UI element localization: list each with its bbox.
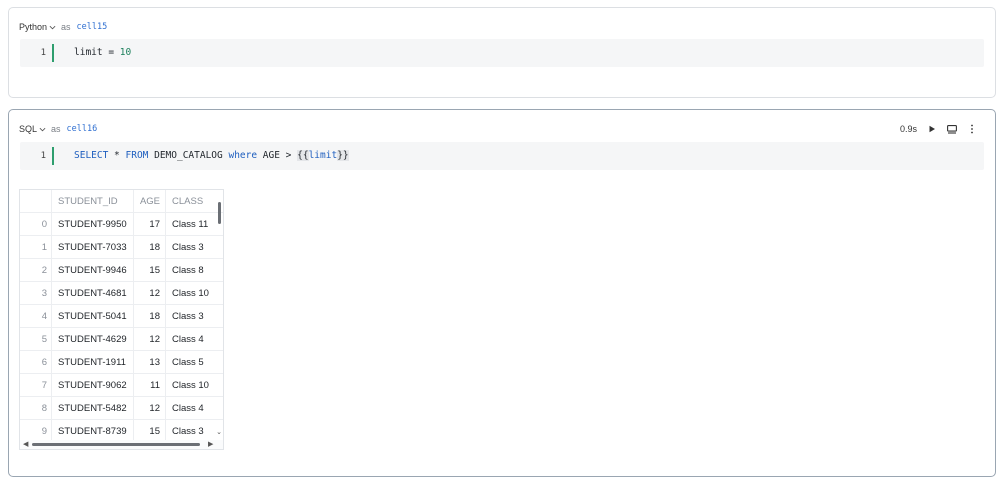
cell-student-id: STUDENT-4629 xyxy=(52,328,134,350)
row-index: 6 xyxy=(20,351,52,373)
language-selector[interactable]: Python xyxy=(19,22,61,32)
as-label: as xyxy=(51,124,61,134)
line-number: 1 xyxy=(40,48,46,58)
language-label: Python xyxy=(19,22,48,32)
cell-name[interactable]: cell15 xyxy=(77,22,108,32)
code-editor[interactable]: 1 SELECT * FROM DEMO_CATALOG where AGE >… xyxy=(20,142,984,170)
result-table[interactable]: STUDENT_ID AGE CLASS 0 STUDENT-9950 17 C… xyxy=(19,189,224,450)
sql-keyword: FROM xyxy=(125,150,149,161)
row-index: 7 xyxy=(20,374,52,396)
row-index: 0 xyxy=(20,213,52,235)
table-row[interactable]: 1 STUDENT-7033 18 Class 3 xyxy=(20,236,223,259)
cell-header: SQL as cell16 xyxy=(19,122,97,136)
template-brace-close: }} xyxy=(337,150,349,161)
cell-student-id: STUDENT-7033 xyxy=(52,236,134,258)
cell-age: 12 xyxy=(134,282,166,304)
table-row[interactable]: 4 STUDENT-5041 18 Class 3 xyxy=(20,305,223,328)
cell-age: 15 xyxy=(134,259,166,281)
cell-student-id: STUDENT-5482 xyxy=(52,397,134,419)
cell-student-id: STUDENT-4681 xyxy=(52,282,134,304)
column-header-age[interactable]: AGE xyxy=(134,190,166,212)
template-brace-open: {{ xyxy=(297,150,309,161)
code-text: DEMO_CATALOG xyxy=(148,150,229,161)
code-number: 10 xyxy=(119,47,132,58)
language-label: SQL xyxy=(19,124,38,134)
line-number: 1 xyxy=(40,151,46,161)
vertical-scroll-thumb[interactable] xyxy=(218,202,221,224)
cell-name[interactable]: cell16 xyxy=(67,124,98,134)
row-index: 1 xyxy=(20,236,52,258)
cell-age: 17 xyxy=(134,213,166,235)
cell-age: 13 xyxy=(134,351,166,373)
column-header-student-id[interactable]: STUDENT_ID xyxy=(52,190,134,212)
cell-age: 11 xyxy=(134,374,166,396)
row-index: 2 xyxy=(20,259,52,281)
gutter-marker xyxy=(52,44,54,62)
chevron-down-icon xyxy=(49,25,56,29)
cell-age: 18 xyxy=(134,236,166,258)
cell-header: Python as cell15 xyxy=(19,20,107,34)
cell-student-id: STUDENT-5041 xyxy=(52,305,134,327)
code-text: * xyxy=(108,150,126,161)
row-index: 5 xyxy=(20,328,52,350)
code-text: AGE > xyxy=(257,150,298,161)
sql-cell[interactable]: SQL as cell16 0.9s 1 SELECT * FROM DEMO_… xyxy=(8,109,996,477)
cell-age: 15 xyxy=(134,420,166,442)
table-row[interactable]: 7 STUDENT-9062 11 Class 10 xyxy=(20,374,223,397)
code-variable: limit xyxy=(74,47,103,58)
run-icon[interactable] xyxy=(927,124,937,134)
vertical-scrollbar[interactable] xyxy=(216,198,222,434)
display-mode-icon[interactable] xyxy=(947,124,957,134)
table-row[interactable]: 0 STUDENT-9950 17 Class 11 xyxy=(20,213,223,236)
code-line[interactable]: SELECT * FROM DEMO_CATALOG where AGE > {… xyxy=(74,142,349,170)
scroll-right-arrow-icon[interactable]: ▶ xyxy=(208,440,213,449)
table-row[interactable]: 8 STUDENT-5482 12 Class 4 xyxy=(20,397,223,420)
row-index: 9 xyxy=(20,420,52,442)
python-cell[interactable]: Python as cell15 1 limit = 10 xyxy=(8,7,996,98)
chevron-down-icon xyxy=(39,127,46,131)
row-index: 8 xyxy=(20,397,52,419)
cell-toolbar: 0.9s xyxy=(900,122,977,136)
code-editor[interactable]: 1 limit = 10 xyxy=(20,39,984,67)
column-header-index xyxy=(20,190,52,212)
more-vertical-icon[interactable] xyxy=(967,124,977,134)
cell-age: 12 xyxy=(134,397,166,419)
table-row[interactable]: 2 STUDENT-9946 15 Class 8 xyxy=(20,259,223,282)
language-selector[interactable]: SQL xyxy=(19,124,51,134)
cell-student-id: STUDENT-8739 xyxy=(52,420,134,442)
gutter-marker xyxy=(52,147,54,165)
cell-student-id: STUDENT-9950 xyxy=(52,213,134,235)
table-header-row: STUDENT_ID AGE CLASS xyxy=(20,190,223,213)
cell-student-id: STUDENT-9946 xyxy=(52,259,134,281)
scroll-down-arrow-icon[interactable]: ⌄ xyxy=(216,429,222,436)
code-operator: = xyxy=(102,47,120,58)
cell-age: 12 xyxy=(134,328,166,350)
sql-keyword: where xyxy=(228,150,258,161)
horizontal-scrollbar[interactable]: ◀ ▶ xyxy=(20,440,223,449)
cell-student-id: STUDENT-1911 xyxy=(52,351,134,373)
row-index: 3 xyxy=(20,282,52,304)
table-row[interactable]: 3 STUDENT-4681 12 Class 10 xyxy=(20,282,223,305)
horizontal-scroll-thumb[interactable] xyxy=(32,443,200,446)
runtime-label: 0.9s xyxy=(899,124,917,134)
sql-keyword: SELECT xyxy=(74,150,109,161)
row-index: 4 xyxy=(20,305,52,327)
as-label: as xyxy=(61,22,71,32)
code-line[interactable]: limit = 10 xyxy=(74,39,131,67)
cell-age: 18 xyxy=(134,305,166,327)
table-row[interactable]: 5 STUDENT-4629 12 Class 4 xyxy=(20,328,223,351)
scroll-left-arrow-icon[interactable]: ◀ xyxy=(23,440,28,449)
cell-student-id: STUDENT-9062 xyxy=(52,374,134,396)
template-variable: limit xyxy=(308,150,338,161)
table-row[interactable]: 6 STUDENT-1911 13 Class 5 xyxy=(20,351,223,374)
